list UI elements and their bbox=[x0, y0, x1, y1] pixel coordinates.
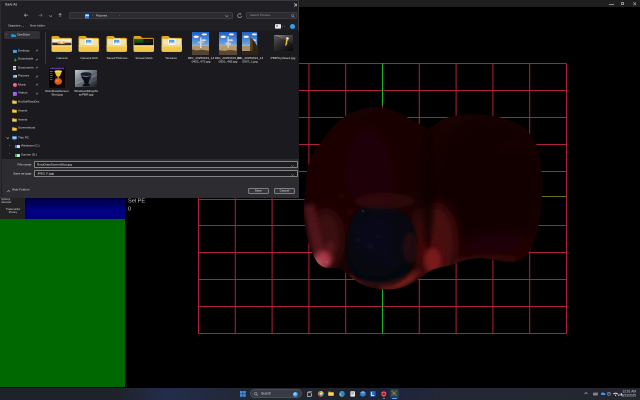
svg-text:Sel PE: Sel PE bbox=[128, 199, 145, 205]
svg-text:0: 0 bbox=[128, 207, 131, 213]
